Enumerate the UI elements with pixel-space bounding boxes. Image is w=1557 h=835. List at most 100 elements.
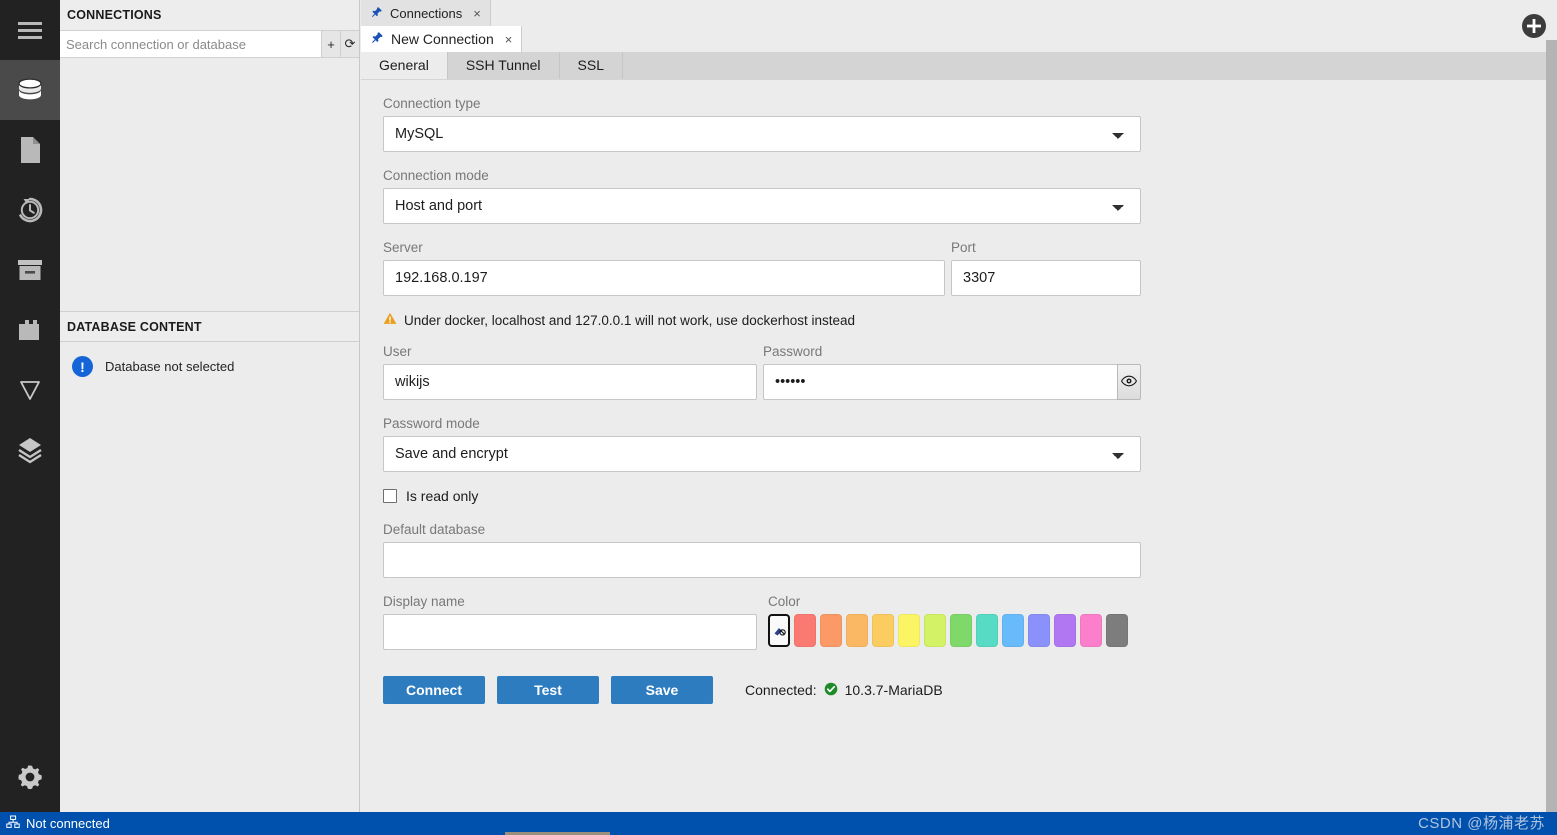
server-label: Server	[383, 240, 423, 255]
user-group: User	[383, 344, 757, 400]
pin-icon	[371, 6, 383, 21]
menu-icon[interactable]	[0, 0, 60, 60]
connection-form: Connection type MySQL Connection mode Ho…	[361, 80, 1557, 812]
color-group: Color	[763, 594, 1128, 647]
tab-strip: Connections × New Connection ×	[361, 0, 1557, 52]
search-input[interactable]	[60, 31, 321, 57]
subtab-filler	[623, 51, 1557, 79]
sidebar-item-archive[interactable]	[0, 240, 60, 300]
status-bar: Not connected CSDN @杨浦老苏	[0, 812, 1557, 835]
connection-type-select[interactable]: MySQL	[383, 116, 1141, 152]
tab-connections[interactable]: Connections ×	[361, 0, 491, 26]
display-name-group: Display name	[383, 594, 757, 650]
color-label: Color	[768, 594, 801, 609]
connection-type-label: Connection type	[383, 96, 481, 111]
subtab-ssl[interactable]: SSL	[559, 51, 623, 79]
vertical-scrollbar[interactable]	[1546, 0, 1557, 812]
server-input[interactable]	[383, 260, 945, 296]
color-swatch-purple[interactable]	[1054, 614, 1076, 647]
connection-mode-select[interactable]: Host and port	[383, 188, 1141, 224]
port-label: Port	[951, 240, 976, 255]
layers-icon	[14, 435, 46, 465]
subtab-ssh-tunnel[interactable]: SSH Tunnel	[447, 51, 560, 79]
connection-type-group: Connection type MySQL	[383, 96, 1557, 152]
default-database-label: Default database	[383, 522, 486, 537]
tab-close-icon[interactable]: ×	[473, 7, 481, 20]
left-panel-filler	[60, 432, 359, 812]
add-connection-button[interactable]: +	[321, 31, 340, 57]
connection-search-row: + ⟳	[60, 31, 359, 58]
color-swatch-yellow-dark[interactable]	[872, 614, 894, 647]
color-swatch-list	[768, 614, 1128, 647]
database-icon	[14, 74, 46, 106]
docker-warning-text: Under docker, localhost and 127.0.0.1 wi…	[404, 312, 856, 328]
color-swatch-amber[interactable]	[846, 614, 868, 647]
filter-icon	[15, 376, 45, 404]
save-button[interactable]: Save	[611, 676, 713, 704]
database-not-selected-label: Database not selected	[105, 359, 235, 374]
tab-row-top: Connections ×	[361, 0, 1557, 26]
sidebar-item-connections[interactable]	[0, 60, 60, 120]
subtab-general[interactable]: General	[361, 51, 448, 79]
database-not-selected-row: ! Database not selected	[60, 356, 359, 377]
color-swatch-orange[interactable]	[820, 614, 842, 647]
database-content-panel-title: DATABASE CONTENT	[60, 311, 359, 342]
default-database-input[interactable]	[383, 542, 1141, 578]
color-swatch-gray[interactable]	[1106, 614, 1128, 647]
color-swatch-teal[interactable]	[976, 614, 998, 647]
test-button[interactable]: Test	[497, 676, 599, 704]
user-password-group: User Password	[383, 344, 1557, 400]
display-name-input[interactable]	[383, 614, 757, 650]
server-port-group: Server Port	[383, 240, 1557, 296]
password-mode-group: Password mode Save and encrypt	[383, 416, 1557, 472]
check-circle-icon	[824, 682, 838, 699]
port-group: Port	[951, 240, 1141, 296]
toggle-password-visibility-button[interactable]	[1117, 364, 1141, 400]
color-swatch-pink[interactable]	[1080, 614, 1102, 647]
default-database-group: Default database	[383, 522, 1557, 578]
color-swatch-green[interactable]	[950, 614, 972, 647]
port-input[interactable]	[951, 260, 1141, 296]
sidebar-item-files[interactable]	[0, 120, 60, 180]
status-connection-item[interactable]: Not connected	[0, 815, 110, 832]
connection-mode-label: Connection mode	[383, 168, 489, 183]
sidebar-item-history[interactable]	[0, 180, 60, 240]
sidebar-item-filters[interactable]	[0, 360, 60, 420]
warning-icon	[383, 312, 397, 328]
read-only-row: Is read only	[383, 488, 1557, 504]
color-swatch-blue[interactable]	[1002, 614, 1024, 647]
password-input[interactable]	[763, 364, 1118, 400]
connection-subtabs: General SSH Tunnel SSL	[361, 51, 1557, 80]
connection-mode-group: Connection mode Host and port	[383, 168, 1557, 224]
color-swatch-yellow[interactable]	[898, 614, 920, 647]
connections-list[interactable]	[60, 58, 359, 311]
pin-icon	[371, 31, 384, 47]
sidebar-item-plugins[interactable]	[0, 300, 60, 360]
tab-label: Connections	[390, 5, 463, 21]
sidebar-item-layers[interactable]	[0, 420, 60, 480]
password-input-wrap	[763, 364, 1141, 400]
refresh-connections-button[interactable]: ⟳	[340, 31, 359, 57]
connect-button[interactable]: Connect	[383, 676, 485, 704]
color-swatch-no-color[interactable]	[768, 614, 790, 647]
connection-status-value: 10.3.7-MariaDB	[844, 682, 943, 698]
docker-warning-row: Under docker, localhost and 127.0.0.1 wi…	[383, 312, 1557, 328]
tab-new-connection[interactable]: New Connection ×	[361, 26, 523, 52]
add-connection-fab[interactable]	[1521, 13, 1547, 39]
tab-label: New Connection	[391, 31, 494, 47]
file-icon	[16, 134, 44, 166]
color-swatch-red[interactable]	[794, 614, 816, 647]
password-mode-select[interactable]: Save and encrypt	[383, 436, 1141, 472]
connections-panel-title: CONNECTIONS	[60, 0, 359, 31]
color-swatch-indigo[interactable]	[1028, 614, 1050, 647]
tab-close-icon[interactable]: ×	[505, 33, 513, 46]
read-only-checkbox[interactable]	[383, 489, 397, 503]
status-connection-label: Not connected	[26, 816, 110, 831]
display-name-color-row: Display name Color	[383, 594, 1557, 650]
sidebar-item-settings[interactable]	[0, 747, 60, 807]
watermark: CSDN @杨浦老苏	[1418, 815, 1545, 832]
color-swatch-lime[interactable]	[924, 614, 946, 647]
user-input[interactable]	[383, 364, 757, 400]
tab-row-active: New Connection ×	[361, 26, 1557, 52]
read-only-label: Is read only	[406, 488, 479, 504]
